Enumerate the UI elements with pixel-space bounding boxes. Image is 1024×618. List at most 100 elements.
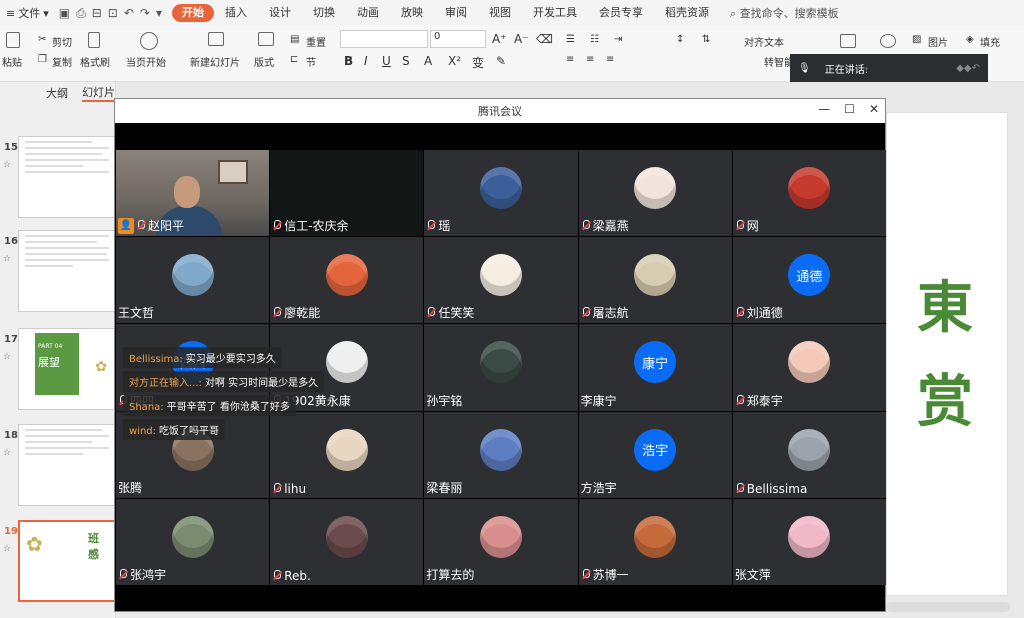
- participant-tile[interactable]: 苏博一: [578, 498, 732, 585]
- bold-icon[interactable]: B: [344, 54, 353, 68]
- superscript-icon[interactable]: X²: [448, 54, 461, 68]
- redo-icon[interactable]: ↷: [140, 6, 150, 21]
- participant-tile[interactable]: 浩宇 方浩宇: [578, 411, 732, 498]
- slide-thumbnail-16[interactable]: [18, 230, 116, 312]
- camera-person-head: [174, 176, 200, 208]
- new-slide-button[interactable]: 新建幻灯片: [190, 54, 240, 69]
- menu-tab[interactable]: 会员专享: [588, 4, 654, 22]
- font-name-select[interactable]: [340, 30, 428, 48]
- slide-thumbnail-17[interactable]: PART 04 展望 ✿: [18, 328, 116, 410]
- print-icon[interactable]: ⊟: [92, 6, 102, 21]
- slide-thumbnail-19[interactable]: ✿ 班 感: [18, 520, 116, 602]
- save-icon[interactable]: ▣: [59, 6, 70, 21]
- cut-button[interactable]: 剪切: [52, 34, 72, 49]
- slide-thumbnail-15[interactable]: [18, 136, 116, 218]
- meeting-title-bar[interactable]: 腾讯会议 — ☐ ✕: [115, 99, 885, 123]
- chat-text: 吃饭了吗平哥: [159, 426, 220, 437]
- shape-icon[interactable]: [880, 34, 896, 48]
- participant-name: 张文萍: [735, 566, 771, 583]
- line-spacing-icon[interactable]: ↕: [676, 34, 684, 45]
- bullets-icon[interactable]: ☰: [566, 34, 575, 45]
- copy-button[interactable]: 复制: [52, 54, 72, 69]
- maximize-icon[interactable]: ☐: [844, 102, 855, 116]
- participant-tile[interactable]: Bellissima: [732, 411, 886, 498]
- participant-tile[interactable]: 网: [732, 150, 886, 237]
- textbox-icon[interactable]: [840, 34, 856, 48]
- numbering-icon[interactable]: ☷: [590, 34, 599, 45]
- command-search[interactable]: ⌕ 查找命令、搜索模板: [730, 5, 839, 21]
- avatar: [788, 428, 831, 471]
- highlight-icon[interactable]: ✎: [496, 54, 506, 68]
- participant-tile[interactable]: 屠志航: [578, 237, 732, 324]
- participant-tile[interactable]: 瑶: [424, 150, 578, 237]
- close-icon[interactable]: ✕: [869, 102, 879, 116]
- layout-button[interactable]: 版式: [254, 54, 274, 69]
- chat-sender: 对方正在输入...:: [129, 378, 202, 389]
- align-center-icon[interactable]: ≡: [586, 54, 594, 65]
- menu-tab[interactable]: 动画: [346, 4, 390, 22]
- underline-icon[interactable]: U: [382, 54, 391, 68]
- undo-icon[interactable]: ↶: [124, 6, 134, 21]
- grow-font-icon[interactable]: A⁺: [492, 32, 507, 46]
- align-left-icon[interactable]: ≡: [566, 54, 574, 65]
- participant-tile[interactable]: 梁嘉燕: [578, 150, 732, 237]
- menu-tab[interactable]: 开始: [171, 4, 214, 22]
- from-current-button[interactable]: 当页开始: [126, 54, 166, 69]
- shrink-font-icon[interactable]: A⁻: [514, 32, 529, 46]
- participant-tile[interactable]: 打算去的: [424, 498, 578, 585]
- clear-format-icon[interactable]: ⌫: [536, 32, 553, 46]
- file-menu[interactable]: ≡ 文件 ▾: [0, 5, 55, 21]
- participant-tile[interactable]: 张鸿宇: [116, 498, 270, 585]
- export-pdf-icon[interactable]: ⎙: [76, 6, 86, 21]
- menu-tab[interactable]: 开发工具: [522, 4, 588, 22]
- participant-tile[interactable]: 👤 赵阳平: [116, 150, 270, 237]
- menu-tab[interactable]: 放映: [390, 4, 434, 22]
- customize-icon[interactable]: ▾: [156, 6, 162, 21]
- participant-tile[interactable]: 通德 刘通德: [732, 237, 886, 324]
- participant-name: 张鸿宇: [118, 566, 166, 583]
- participant-tile[interactable]: 王文哲: [116, 237, 270, 324]
- indent-icon[interactable]: ⇥: [614, 34, 622, 45]
- font-color-icon[interactable]: A: [424, 54, 432, 68]
- format-painter-button[interactable]: 格式刷: [80, 54, 110, 69]
- menu-tab[interactable]: 稻壳资源: [654, 4, 720, 22]
- menu-tab[interactable]: 视图: [478, 4, 522, 22]
- participant-tile[interactable]: Reb.: [270, 498, 424, 585]
- participant-tile[interactable]: 廖乾能: [270, 237, 424, 324]
- menu-tab[interactable]: 切换: [302, 4, 346, 22]
- align-text-button[interactable]: 对齐文本: [744, 34, 784, 49]
- fill-button[interactable]: 填充: [980, 34, 1000, 49]
- align-right-icon[interactable]: ≡: [606, 54, 614, 65]
- section-button[interactable]: 节: [306, 54, 316, 69]
- avatar: [479, 341, 522, 384]
- file-menu-label: 文件: [18, 7, 41, 20]
- menu-tab[interactable]: 审阅: [434, 4, 478, 22]
- italic-icon[interactable]: I: [364, 54, 368, 68]
- text-direction-icon[interactable]: ⇅: [702, 34, 710, 45]
- menu-tab[interactable]: 设计: [258, 4, 302, 22]
- menu-tab[interactable]: 插入: [214, 4, 258, 22]
- participant-tile[interactable]: 孙宇铭: [424, 324, 578, 411]
- participant-tile[interactable]: 张文萍: [732, 498, 886, 585]
- tab-outline[interactable]: 大纲: [46, 85, 68, 101]
- shadow-icon[interactable]: S: [402, 54, 410, 68]
- font-size-select[interactable]: 0: [430, 30, 486, 48]
- slide-canvas[interactable]: 東 赏: [886, 112, 1008, 596]
- participant-tile[interactable]: 信工-农庆余: [270, 150, 424, 237]
- tab-slides[interactable]: 幻灯片: [82, 84, 115, 102]
- horizontal-scrollbar[interactable]: [886, 602, 1010, 612]
- paste-button[interactable]: 粘贴: [2, 54, 22, 69]
- paste-icon[interactable]: [6, 32, 20, 48]
- participant-tile[interactable]: 任笑笑: [424, 237, 578, 324]
- char-spacing-icon[interactable]: 变: [472, 54, 484, 71]
- participant-name-label: 郑泰宇: [746, 393, 783, 408]
- minimize-icon[interactable]: —: [818, 102, 830, 116]
- participant-tile[interactable]: 康宁 李康宁: [578, 324, 732, 411]
- preview-icon[interactable]: ⊡: [108, 6, 118, 21]
- mic-muted-icon: [735, 307, 745, 318]
- slide-thumbnail-18[interactable]: [18, 424, 116, 506]
- participant-tile[interactable]: 郑泰宇: [732, 324, 886, 411]
- reset-button[interactable]: 重置: [306, 34, 326, 49]
- participant-tile[interactable]: 梁春丽: [424, 411, 578, 498]
- picture-button[interactable]: 图片: [928, 34, 948, 49]
